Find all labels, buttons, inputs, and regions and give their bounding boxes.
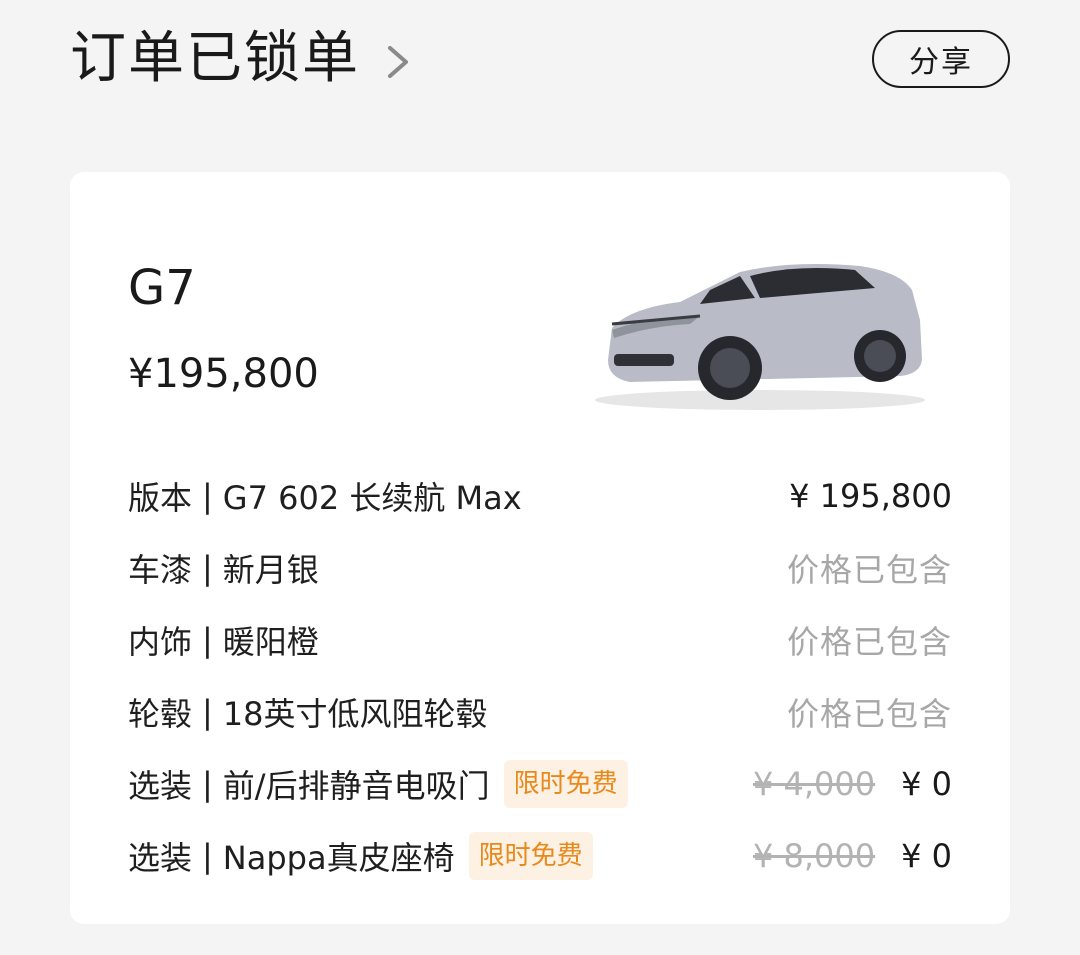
row-separator: | xyxy=(202,621,213,659)
original-price: ¥ 4,000 xyxy=(752,765,876,803)
row-price: ¥ 0 xyxy=(901,765,952,803)
config-list: 版本 | G7 602 长续航 Max ¥ 195,800 车漆 | 新月银 价… xyxy=(128,460,952,892)
list-item: 轮毂 | 18英寸低风阻轮毂 价格已包含 xyxy=(128,676,952,748)
row-separator: | xyxy=(202,837,213,875)
row-label: 选装 xyxy=(128,767,193,805)
row-value: G7 602 长续航 Max xyxy=(222,479,522,517)
list-item: 选装 | 前/后排静音电吸门 限时免费 ¥ 4,000 ¥ 0 xyxy=(128,748,952,820)
row-separator: | xyxy=(202,765,213,803)
row-price: ¥ 195,800 xyxy=(789,477,952,515)
list-item: 内饰 | 暖阳橙 价格已包含 xyxy=(128,604,952,676)
row-separator: | xyxy=(202,693,213,731)
row-label: 车漆 xyxy=(128,551,193,589)
row-label: 内饰 xyxy=(128,623,193,661)
row-included-note: 价格已包含 xyxy=(786,695,952,733)
row-value: 新月银 xyxy=(222,551,319,589)
row-value: 18英寸低风阻轮毂 xyxy=(222,695,488,733)
row-label: 版本 xyxy=(128,479,193,517)
page-title: 订单已锁单 xyxy=(70,26,360,91)
row-separator: | xyxy=(202,549,213,587)
row-value: Nappa真皮座椅 xyxy=(222,839,455,877)
free-badge: 限时免费 xyxy=(503,760,628,808)
order-card: G7 ¥195,800 版本 | G7 602 长续航 Max ¥ 195,80… xyxy=(70,172,1010,924)
list-item: 版本 | G7 602 长续航 Max ¥ 195,800 xyxy=(128,460,952,532)
model-name: G7 xyxy=(128,260,196,316)
chevron-right-icon xyxy=(388,46,408,78)
list-item: 车漆 | 新月银 价格已包含 xyxy=(128,532,952,604)
row-value: 前/后排静音电吸门 xyxy=(222,767,490,805)
order-status-link[interactable]: 订单已锁单 xyxy=(70,18,418,100)
row-label: 选装 xyxy=(128,839,193,877)
row-separator: | xyxy=(202,477,213,515)
row-included-note: 价格已包含 xyxy=(786,623,952,661)
page-header: 订单已锁单 分享 xyxy=(70,18,1010,100)
total-price: ¥195,800 xyxy=(128,351,319,397)
row-price: ¥ 0 xyxy=(901,837,952,875)
list-item: 选装 | Nappa真皮座椅 限时免费 ¥ 8,000 ¥ 0 xyxy=(128,820,952,892)
row-value: 暖阳橙 xyxy=(222,623,319,661)
row-included-note: 价格已包含 xyxy=(786,551,952,589)
row-label: 轮毂 xyxy=(128,695,193,733)
share-button[interactable]: 分享 xyxy=(872,30,1010,88)
original-price: ¥ 8,000 xyxy=(752,837,876,875)
car-image xyxy=(595,264,925,410)
free-badge: 限时免费 xyxy=(468,832,593,880)
